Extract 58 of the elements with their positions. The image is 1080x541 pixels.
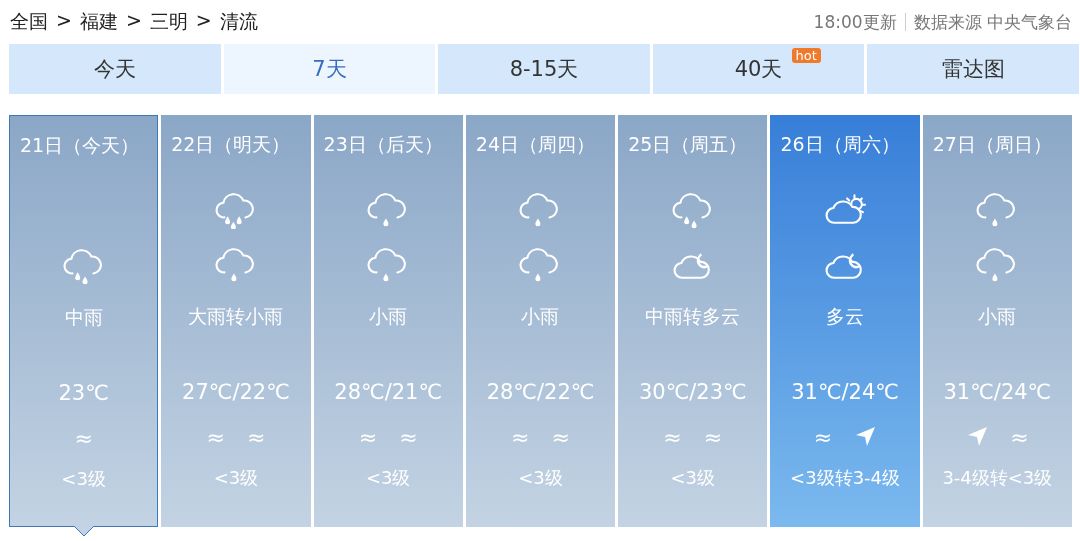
wind-symbol: ≈	[551, 424, 570, 450]
wind-symbol: ≈	[358, 424, 378, 450]
tab[interactable]: 8-15天	[438, 44, 650, 94]
wind-symbol: ≈	[511, 424, 530, 450]
pointer-icon	[73, 526, 94, 537]
day-date: 27日（周日）	[932, 132, 1052, 157]
day-date: 23日（后天）	[323, 132, 443, 157]
day-date: 24日（周四）	[475, 132, 596, 157]
breadcrumb-link[interactable]: 三明	[149, 9, 188, 35]
weather-text: 小雨	[521, 304, 560, 329]
update-time: 18:00更新	[813, 10, 897, 34]
weather-text: 小雨	[369, 304, 408, 329]
temperature: 28℃/21℃	[334, 380, 443, 404]
temperature: 31℃/24℃	[791, 380, 899, 404]
wind-level: 3-4级转<3级	[942, 466, 1053, 490]
weather-text: 多云	[826, 304, 865, 329]
wind-level: <3级	[670, 466, 716, 490]
wind-symbol: ≈	[1010, 424, 1029, 450]
data-source: 数据来源 中央气象台	[913, 10, 1072, 34]
wind-level: <3级	[61, 467, 106, 491]
tab[interactable]: 40天 hot	[652, 44, 865, 94]
breadcrumb-link[interactable]: 福建	[79, 9, 118, 35]
temperature: 27℃/22℃	[182, 380, 290, 404]
wind-symbol: ≈	[246, 424, 266, 450]
temperature: 28℃/22℃	[486, 380, 595, 404]
weather-text: 小雨	[978, 304, 1017, 329]
breadcrumb-separator: >	[195, 9, 212, 33]
day-date: 21日（今天）	[20, 133, 140, 158]
wind-level: <3级	[365, 466, 411, 490]
day-card[interactable]: 26日（周六） 多云 31℃/24℃ ≈ <3级转3-4级	[770, 115, 920, 527]
tab[interactable]: 今天	[9, 44, 221, 94]
tab[interactable]: 7天	[223, 44, 436, 94]
breadcrumb-link[interactable]: 全国	[10, 9, 48, 35]
wind-symbol: ≈	[399, 424, 418, 450]
wind-level: <3级转3-4级	[790, 466, 901, 490]
hot-badge: hot	[791, 48, 821, 63]
breadcrumb-link[interactable]: 清流	[219, 9, 258, 35]
breadcrumb-separator: >	[56, 9, 72, 33]
temperature: 23℃	[58, 381, 109, 405]
day-date: 26日（周六）	[780, 132, 900, 157]
wind-level: <3级	[518, 466, 563, 490]
tab[interactable]: 雷达图	[867, 44, 1079, 94]
weather-text: 大雨转小雨	[188, 304, 284, 329]
day-date: 22日（明天）	[171, 132, 291, 157]
wind-level: <3级	[213, 466, 259, 490]
breadcrumb-separator: >	[125, 9, 142, 33]
temperature: 31℃/24℃	[943, 380, 1052, 404]
wind-symbol: ≈	[813, 424, 833, 450]
wind-symbol: ≈	[206, 424, 225, 450]
wind-symbol: ≈	[663, 424, 682, 450]
temperature: 30℃/23℃	[638, 380, 747, 404]
day-date: 25日（周五）	[628, 132, 748, 157]
weather-text: 中雨	[64, 305, 103, 330]
wind-direction-icon	[854, 426, 877, 448]
wind-symbol: ≈	[703, 424, 723, 450]
wind-symbol: ≈	[74, 425, 93, 451]
wind-direction-icon	[966, 426, 989, 448]
weather-text: 中雨转多云	[645, 304, 741, 329]
